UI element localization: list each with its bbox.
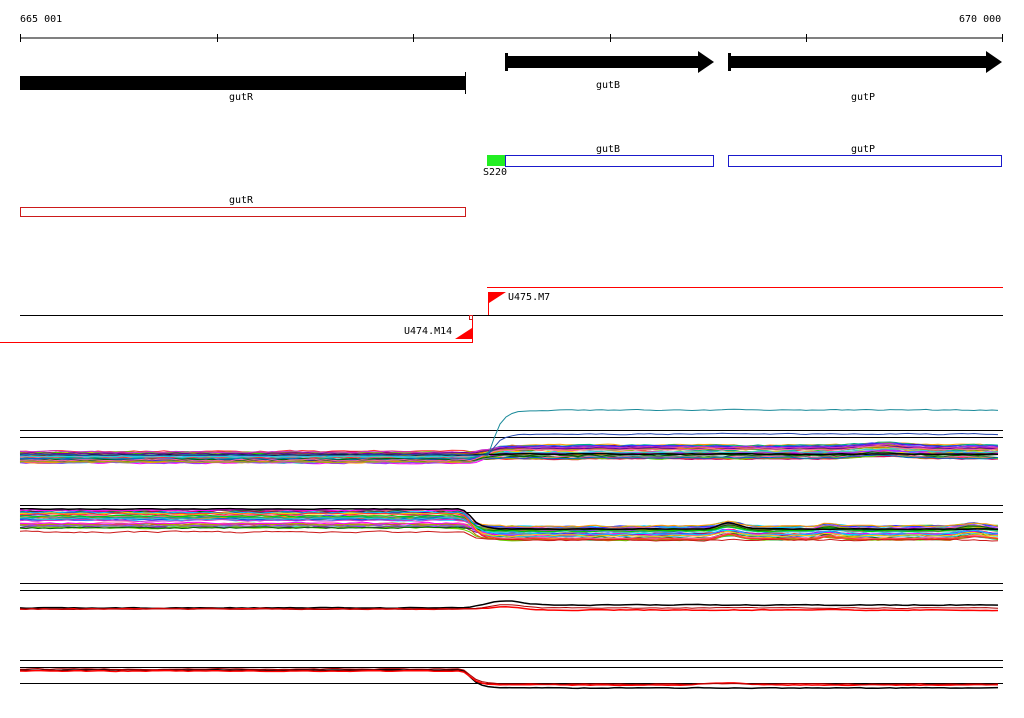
gene-label-gutB: gutB bbox=[596, 80, 621, 91]
genome-browser-view: 665 001 670 000 gutR gutB gutP gutB gutP… bbox=[0, 0, 1024, 714]
sigma-site-label: S220 bbox=[483, 167, 508, 178]
ruler-start-label: 665 001 bbox=[20, 14, 63, 25]
transcript-gutR-box[interactable] bbox=[20, 207, 466, 217]
browser-canvas bbox=[0, 34, 1003, 690]
transcript-gutB-box[interactable] bbox=[505, 155, 714, 167]
transcript-track bbox=[20, 155, 1002, 217]
expression-panel-4 bbox=[19, 660, 1003, 690]
upshift-label-plus: U475.M7 bbox=[508, 292, 551, 303]
transcript-label-gutR: gutR bbox=[229, 195, 254, 206]
gene-gutR-bar[interactable] bbox=[20, 76, 466, 90]
sigma-site-box[interactable] bbox=[487, 155, 505, 166]
expression-panel-3 bbox=[19, 583, 1003, 612]
gene-gutP-arrow[interactable] bbox=[728, 51, 1002, 73]
upshift-track bbox=[0, 287, 1003, 343]
gene-label-gutR: gutR bbox=[229, 92, 254, 103]
transcript-label-gutP: gutP bbox=[851, 144, 876, 155]
expression-panel-1 bbox=[19, 408, 1003, 465]
upshift-flag-minus[interactable] bbox=[455, 328, 472, 339]
gene-track bbox=[20, 51, 1002, 94]
gene-label-gutP: gutP bbox=[851, 92, 876, 103]
coordinate-ruler bbox=[20, 34, 1003, 42]
transcript-label-gutB: gutB bbox=[596, 144, 621, 155]
expression-panel-2 bbox=[19, 505, 1003, 542]
upshift-flag-plus[interactable] bbox=[489, 292, 506, 303]
transcript-gutP-box[interactable] bbox=[728, 155, 1002, 167]
gene-gutB-arrow[interactable] bbox=[505, 51, 714, 73]
upshift-label-minus: U474.M14 bbox=[404, 326, 453, 337]
ruler-end-label: 670 000 bbox=[959, 14, 1002, 25]
